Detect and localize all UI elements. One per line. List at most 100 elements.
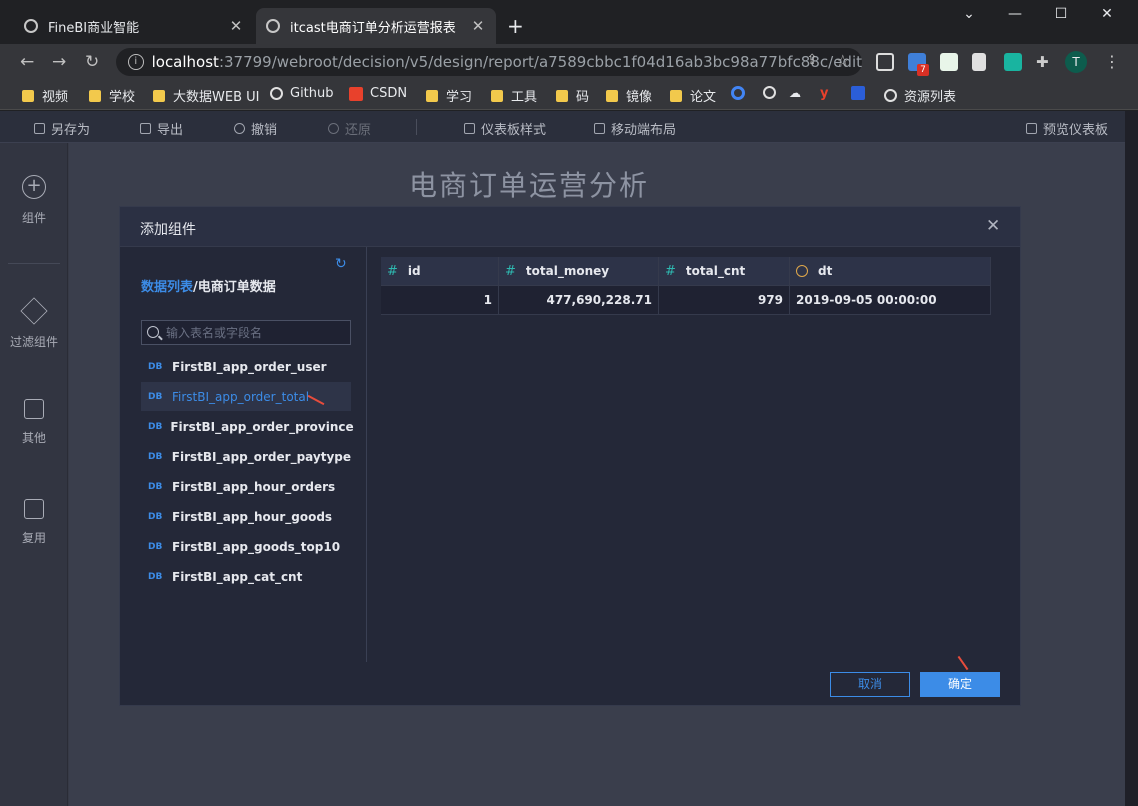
breadcrumb-data-list-link[interactable]: 数据列表 [141,280,193,295]
column-header[interactable]: # id [381,257,499,285]
back-arrow-icon[interactable]: ← [20,52,34,72]
maximize-icon[interactable]: ☐ [1038,6,1084,26]
toolbar-divider [416,119,417,135]
browser-tab-strip: FineBI商业智能 ✕ itcast电商订单分析运营报表 ✕ + ⌄ — ☐ … [0,0,1138,44]
share-icon[interactable]: ⇪ [806,52,818,68]
baidu-icon[interactable] [851,86,865,100]
table-list-item-selected[interactable]: DB FirstBI_app_order_total [141,382,351,411]
menu-icon[interactable]: ⋮ [1104,52,1120,71]
site-info-icon[interactable]: i [128,54,144,70]
globe-icon [24,19,38,33]
table-list-item[interactable]: DB FirstBI_app_cat_cnt [141,562,351,591]
db-icon: DB [148,451,163,462]
panel-divider [8,263,60,264]
redo-button[interactable]: 还原 [328,119,371,138]
puzzle-icon[interactable]: ✚ [1036,53,1054,71]
filter-components-button[interactable]: 过滤组件 [0,297,68,350]
table-list-item[interactable]: DB FirstBI_app_hour_orders [141,472,351,501]
bookmark-item[interactable]: Github [270,86,334,101]
db-icon: DB [148,541,163,552]
extension-icon[interactable] [972,53,986,71]
plus-circle-icon: + [22,175,46,199]
csdn-icon [349,86,363,101]
extension-icon[interactable] [940,53,958,71]
table-cell: 979 [659,286,790,314]
folder-icon [426,89,438,102]
folder-icon [606,89,618,102]
browser-tab-itcast[interactable]: itcast电商订单分析运营报表 ✕ [256,8,496,44]
extension-icon[interactable] [876,53,894,71]
bookmarks-bar: 视频 学校 大数据WEB UI Github CSDN 学习 工具 码 镜像 论… [0,80,1138,110]
export-button[interactable]: 导出 [140,119,183,138]
folder-icon [556,89,568,102]
browser-tab-finebi[interactable]: FineBI商业智能 ✕ [14,8,254,44]
youdao-icon[interactable]: y [820,86,828,101]
panel-divider [366,247,367,662]
save-icon [34,123,45,134]
address-bar[interactable]: i localhost:37799/webroot/decision/v5/de… [116,48,862,76]
globe-icon [266,19,280,33]
bookmark-item[interactable]: 视频 [22,86,68,105]
bookmark-star-icon[interactable]: ☆ [836,51,850,70]
undo-icon [234,123,245,134]
column-header[interactable]: # total_cnt [659,257,790,285]
breadcrumb: 数据列表/电商订单数据 [141,276,276,295]
undo-button[interactable]: 撤销 [234,119,277,138]
bookmark-item[interactable]: 码 [556,86,589,105]
confirm-button[interactable]: 确定 [920,672,1000,697]
new-tab-plus-icon[interactable]: + [507,14,524,38]
table-list-item[interactable]: DB FirstBI_app_order_province [141,412,354,441]
designer-toolbar: 另存为 导出 撤销 还原 仪表板样式 移动端布局 预览仪表板 [0,111,1125,143]
folder-icon [153,89,165,102]
chevron-down-icon[interactable]: ⌄ [946,6,992,26]
db-icon: DB [148,511,163,522]
report-title[interactable]: 电商订单运营分析 [409,164,649,204]
bookmark-item[interactable]: 资源列表 [884,86,956,105]
preview-dashboard-button[interactable]: 预览仪表板 [1026,119,1108,138]
column-header[interactable]: # total_money [499,257,659,285]
table-search-input[interactable]: 输入表名或字段名 [141,320,351,345]
annotation-arrow [957,655,969,671]
forward-arrow-icon[interactable]: → [52,52,66,72]
bookmark-item[interactable]: 大数据WEB UI [153,86,259,105]
column-header[interactable]: dt [790,257,991,285]
other-button[interactable]: 其他 [0,399,68,446]
reload-icon[interactable]: ↻ [85,52,99,72]
components-button[interactable]: + 组件 [0,175,68,226]
bookmark-item[interactable]: 论文 [670,86,716,105]
background-window-edge [1125,111,1138,806]
table-list-item[interactable]: DB FirstBI_app_goods_top10 [141,532,351,561]
copy-icon [24,499,44,519]
mobile-layout-button[interactable]: 移动端布局 [594,119,676,138]
bookmark-item[interactable]: CSDN [349,86,407,101]
dialog-header: 添加组件 ✕ [120,207,1020,247]
minimize-icon[interactable]: — [992,6,1038,26]
bookmark-item[interactable]: 镜像 [606,86,652,105]
folder-icon [670,89,682,102]
refresh-icon[interactable]: ↻ [335,256,347,272]
close-tab-icon[interactable]: ✕ [228,17,244,35]
google-icon[interactable] [731,86,745,100]
cloud-icon[interactable]: ☁ [789,86,801,100]
bookmark-item[interactable]: 学校 [89,86,135,105]
reuse-button[interactable]: 复用 [0,499,68,546]
breadcrumb-current: 电商订单数据 [197,280,276,295]
globe-icon [884,89,897,102]
save-as-button[interactable]: 另存为 [34,119,90,138]
extension-icon[interactable] [1004,53,1022,71]
table-list-item[interactable]: DB FirstBI_app_order_user [141,352,351,381]
globe-icon[interactable] [763,86,783,99]
close-icon[interactable]: ✕ [986,216,1000,236]
close-window-icon[interactable]: ✕ [1084,6,1130,26]
close-tab-icon[interactable]: ✕ [470,17,486,35]
table-cell: 1 [381,286,499,314]
bookmark-item[interactable]: 学习 [426,86,472,105]
cancel-button[interactable]: 取消 [830,672,910,697]
table-list-item[interactable]: DB FirstBI_app_order_paytype [141,442,351,471]
profile-avatar[interactable]: T [1065,51,1087,73]
bookmark-item[interactable]: 工具 [491,86,537,105]
dashboard-style-button[interactable]: 仪表板样式 [464,119,546,138]
table-list-item[interactable]: DB FirstBI_app_hour_goods [141,502,351,531]
github-icon [270,87,283,100]
add-component-dialog: 添加组件 ✕ 数据列表/电商订单数据 ↻ 输入表名或字段名 DB FirstBI_… [119,206,1021,706]
